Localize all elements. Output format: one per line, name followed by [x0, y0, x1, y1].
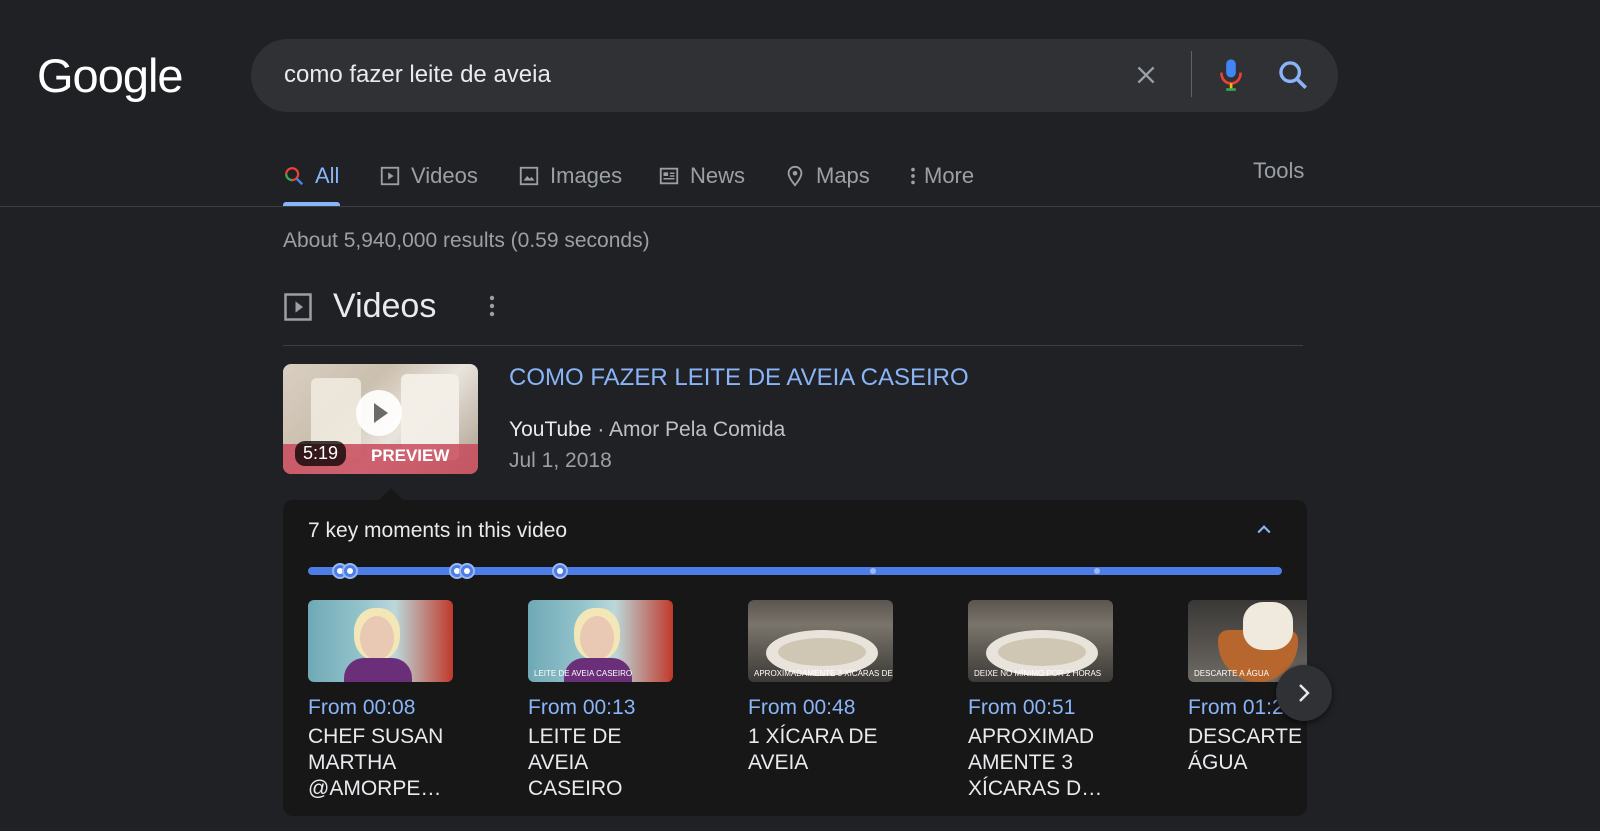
tab-maps[interactable]: Maps: [784, 158, 870, 194]
timeline-marker[interactable]: [342, 563, 358, 579]
videos-section-header: Videos: [283, 287, 1303, 330]
tab-more[interactable]: More: [908, 158, 974, 194]
timeline-marker[interactable]: [1094, 568, 1100, 574]
key-moment-item[interactable]: From 00:08 CHEF SUSAN MARTHA @AMORPE…: [308, 600, 498, 810]
moment-label: APROXIMAD AMENTE 3 XÍCARAS D…: [968, 725, 1103, 800]
video-icon: [284, 293, 312, 321]
search-input[interactable]: como fazer leite de aveia: [284, 61, 551, 89]
section-divider: [283, 345, 1303, 346]
moment-timestamp[interactable]: From 00:48: [748, 696, 938, 720]
thumbnail-caption: LEITE DE AVEIA CASEIRO: [534, 669, 633, 678]
video-duration: 5:19: [295, 441, 347, 466]
separator-dot: ·: [597, 418, 610, 441]
tab-all[interactable]: All: [283, 158, 339, 194]
search-divider: [1191, 51, 1192, 97]
video-platform: YouTube: [509, 418, 592, 441]
tab-label: News: [690, 163, 746, 188]
moment-timestamp[interactable]: From 00:13: [528, 696, 718, 720]
thumbnail-caption: DESCARTE A ÁGUA: [1194, 669, 1269, 678]
preview-label: PREVIEW: [371, 446, 450, 465]
video-date: Jul 1, 2018: [509, 449, 612, 472]
result-stats: About 5,940,000 results (0.59 seconds): [283, 229, 650, 252]
microphone-icon[interactable]: [1216, 57, 1246, 93]
tab-news[interactable]: News: [658, 158, 745, 194]
moment-thumbnail[interactable]: [308, 600, 453, 682]
moment-timestamp[interactable]: From 00:08: [308, 696, 498, 720]
key-moment-item[interactable]: LEITE DE AVEIA CASEIRO From 00:13 LEITE …: [528, 600, 718, 810]
tab-label: Images: [550, 163, 623, 188]
video-source: YouTube · Amor Pela Comida: [509, 418, 785, 442]
key-moments-list: From 00:08 CHEF SUSAN MARTHA @AMORPE… LE…: [308, 600, 1307, 810]
play-icon[interactable]: [356, 390, 402, 436]
timeline-marker[interactable]: [552, 563, 568, 579]
search-bar[interactable]: como fazer leite de aveia: [251, 39, 1338, 112]
panel-pointer: [379, 488, 403, 500]
news-icon: [659, 167, 679, 185]
timeline-marker[interactable]: [459, 563, 475, 579]
tab-label: More: [924, 163, 975, 188]
tab-videos[interactable]: Videos: [379, 158, 478, 194]
timeline-marker[interactable]: [870, 568, 876, 574]
chevron-right-icon: [1299, 684, 1310, 702]
key-moments-panel: 7 key moments in this video From 00:08 C…: [283, 500, 1307, 816]
thumbnail-caption: DEIXE NO MÍNIMO POR 2 HORAS: [974, 669, 1102, 678]
next-moments-button[interactable]: [1276, 665, 1332, 721]
search-icon: [285, 167, 304, 186]
thumbnail-image: [580, 616, 614, 660]
video-channel: Amor Pela Comida: [609, 418, 786, 441]
moment-label: LEITE DE AVEIA CASEIRO: [528, 725, 623, 800]
moment-thumbnail[interactable]: LEITE DE AVEIA CASEIRO: [528, 600, 673, 682]
moment-label: 1 XÍCARA DE AVEIA: [748, 725, 878, 774]
key-moment-item[interactable]: APROXIMADAMENTE 3 XÍCARAS DE ÁGUA From 0…: [748, 600, 938, 810]
moment-label: DESCARTE ÁGUA: [1188, 725, 1302, 774]
clear-icon[interactable]: [1133, 62, 1159, 88]
tab-images[interactable]: Images: [518, 158, 622, 194]
tabs-divider: [0, 206, 1600, 207]
thumbnail-image: [1243, 602, 1293, 650]
key-moment-item[interactable]: DEIXE NO MÍNIMO POR 2 HORAS From 00:51 A…: [968, 600, 1158, 810]
chevron-up-icon[interactable]: [1254, 520, 1274, 540]
moment-thumbnail[interactable]: APROXIMADAMENTE 3 XÍCARAS DE ÁGUA: [748, 600, 893, 682]
moment-label: CHEF SUSAN MARTHA @AMORPE…: [308, 725, 444, 800]
tab-label: Maps: [816, 163, 870, 188]
tab-label: All: [315, 163, 340, 188]
map-pin-icon: [787, 165, 803, 187]
thumbnail-image: [344, 658, 412, 682]
moment-thumbnail[interactable]: DEIXE NO MÍNIMO POR 2 HORAS: [968, 600, 1113, 682]
video-icon: [380, 166, 400, 186]
thumbnail-image: [360, 616, 394, 660]
search-icon[interactable]: [1276, 58, 1310, 92]
thumbnail-image: [998, 638, 1086, 666]
moment-timestamp[interactable]: From 00:51: [968, 696, 1158, 720]
more-vertical-icon: [911, 167, 915, 185]
thumbnail-caption: APROXIMADAMENTE 3 XÍCARAS DE ÁGUA: [754, 669, 893, 678]
image-icon: [519, 166, 539, 186]
key-moments-title: 7 key moments in this video: [308, 519, 568, 542]
videos-section-title: Videos: [333, 287, 437, 325]
tab-label: Videos: [411, 163, 478, 188]
google-logo[interactable]: Google: [37, 48, 184, 103]
thumbnail-image: [778, 638, 866, 666]
tools-button[interactable]: Tools: [1253, 158, 1304, 184]
key-moments-timeline[interactable]: [308, 563, 1282, 579]
video-title-link[interactable]: COMO FAZER LEITE DE AVEIA CASEIRO: [509, 364, 969, 392]
more-options-icon[interactable]: [488, 294, 496, 318]
video-thumbnail[interactable]: 5:19 PREVIEW: [283, 364, 478, 474]
